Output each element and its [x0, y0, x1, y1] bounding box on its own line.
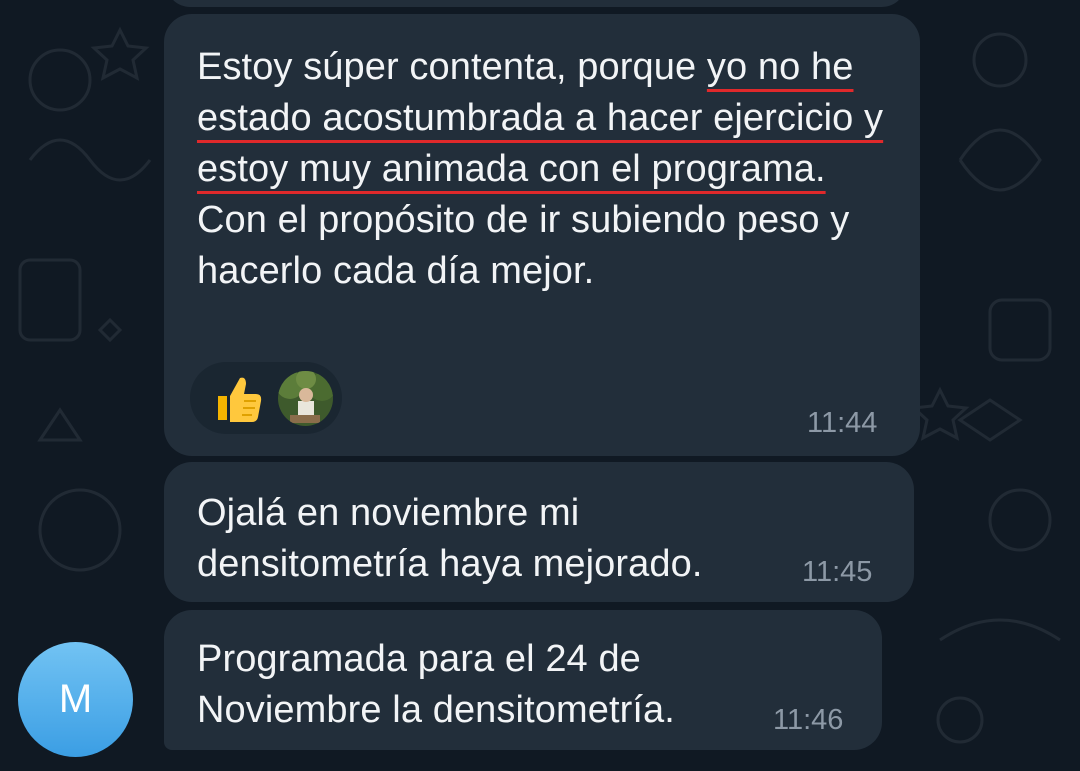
message-text: Estoy súper contenta, porque yo no he es…	[197, 42, 890, 297]
chat-view: Estoy súper contenta, porque yo no he es…	[0, 0, 1080, 771]
avatar-initial: M	[58, 677, 93, 721]
message-text: Programada para el 24 de Noviembre la de…	[197, 638, 675, 731]
reactions-pill[interactable]	[190, 362, 342, 434]
message-time: 11:45	[802, 556, 873, 588]
thumbs-up-icon	[218, 377, 262, 422]
previous-message-bubble	[166, 0, 906, 7]
message-bubble[interactable]: Programada para el 24 de Noviembre la de…	[164, 610, 882, 750]
message-time: 11:46	[773, 704, 844, 736]
message-text-segment: Estoy súper contenta, porque	[197, 46, 707, 88]
reactor-avatar	[278, 371, 333, 426]
message-text: Ojalá en noviembre mi densitometría haya…	[197, 492, 703, 585]
message-time: 11:44	[807, 407, 878, 439]
sender-avatar[interactable]: M	[18, 642, 133, 757]
message-bubble[interactable]: Ojalá en noviembre mi densitometría haya…	[164, 462, 914, 602]
message-text-segment: Con el propósito de ir subiendo peso y h…	[197, 199, 850, 292]
